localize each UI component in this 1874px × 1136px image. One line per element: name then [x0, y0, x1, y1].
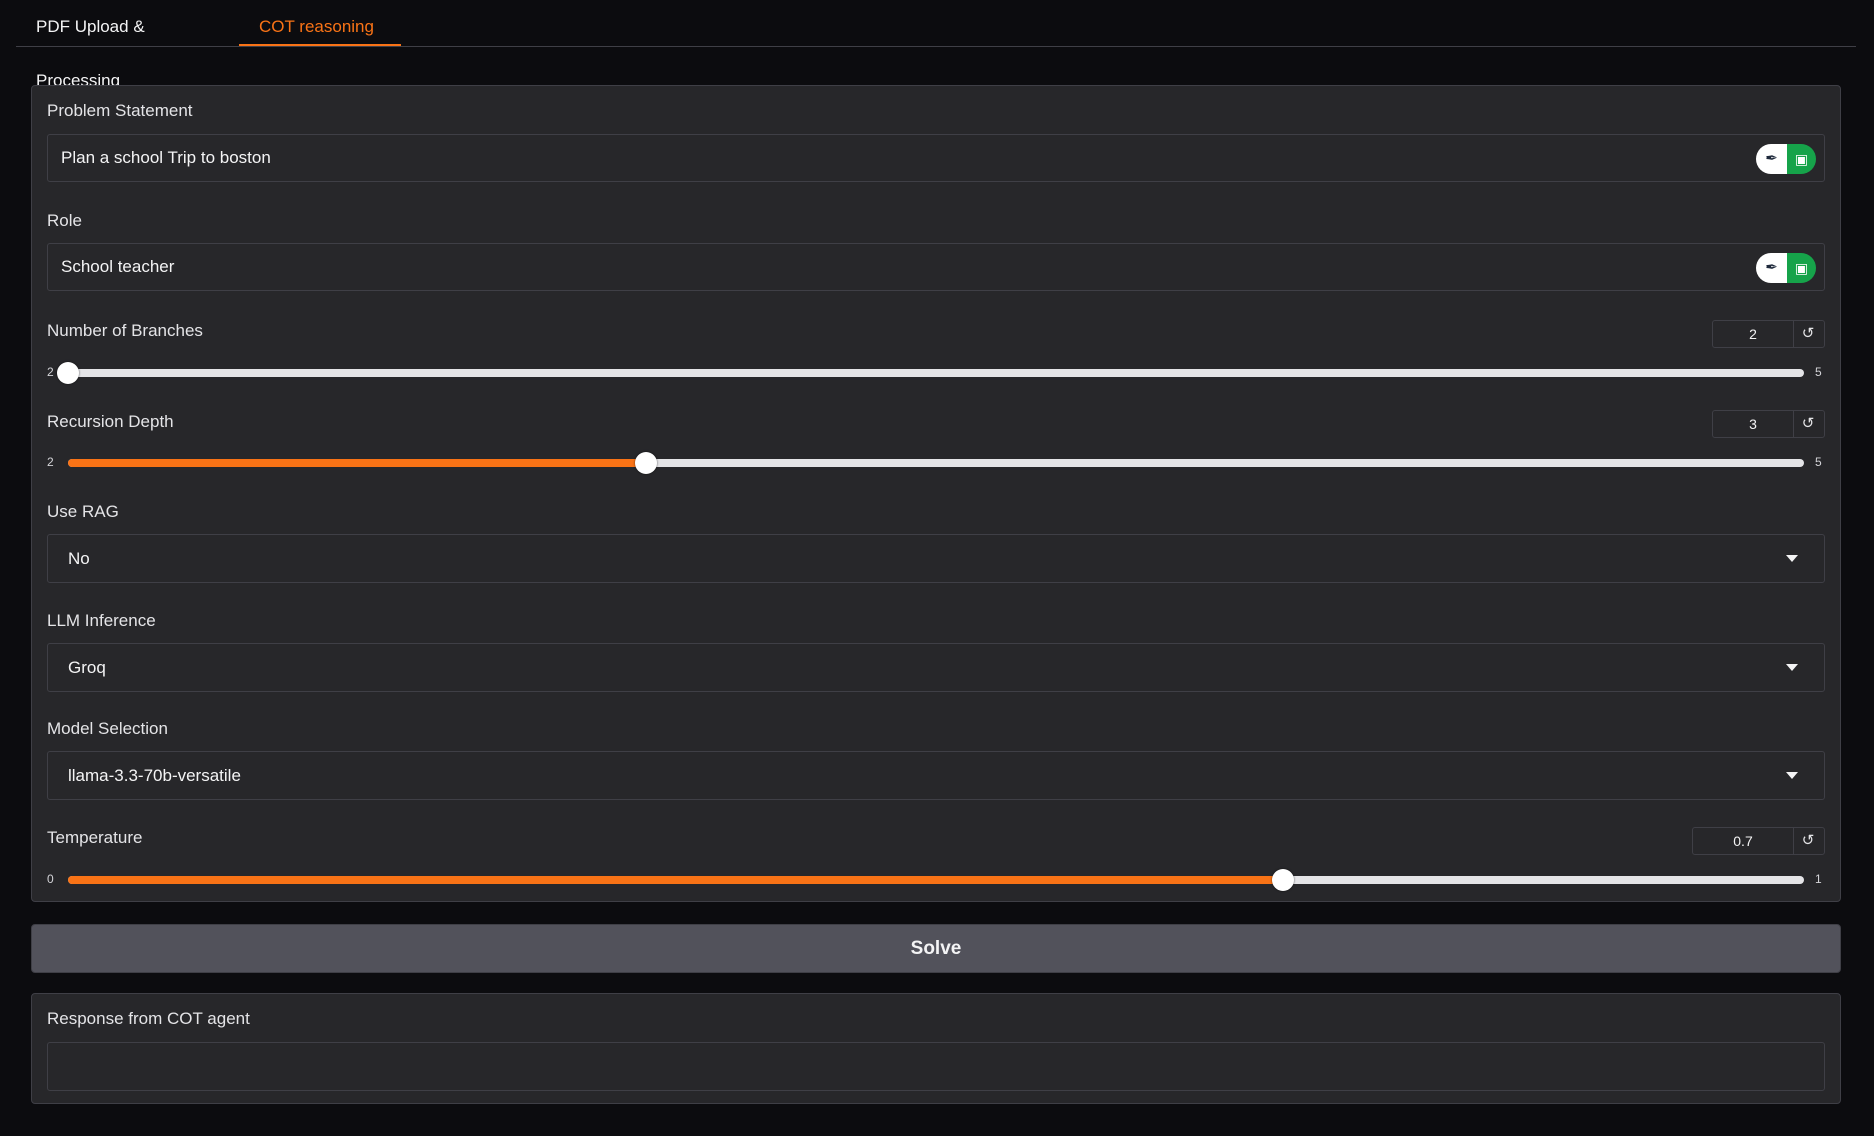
chevron-down-icon — [1786, 555, 1798, 562]
temperature-number-input[interactable]: 0.7 — [1693, 828, 1794, 854]
problem-statement-label: Problem Statement — [47, 101, 193, 120]
llm-inference-label: LLM Inference — [47, 611, 156, 630]
role-value: School teacher — [61, 257, 175, 276]
temperature-slider-fill — [68, 876, 1284, 884]
branches-min: 2 — [47, 365, 54, 379]
use-rag-label: Use RAG — [47, 502, 119, 521]
role-input[interactable]: School teacher ✒ ▣ — [47, 243, 1825, 291]
role-label: Role — [47, 211, 82, 230]
feather-icon[interactable]: ✒ — [1756, 144, 1787, 174]
llm-inference-dropdown[interactable]: Groq — [47, 643, 1825, 692]
depth-slider-fill — [68, 459, 647, 467]
robot-icon[interactable]: ▣ — [1787, 144, 1816, 174]
llm-inference-value: Groq — [68, 658, 106, 677]
model-selection-value: llama-3.3-70b-versatile — [68, 766, 241, 785]
chevron-down-icon — [1786, 664, 1798, 671]
depth-max: 5 — [1815, 455, 1822, 469]
response-output[interactable] — [47, 1042, 1825, 1091]
branches-label: Number of Branches — [47, 321, 203, 340]
response-panel: Response from COT agent — [31, 993, 1841, 1104]
reset-icon[interactable]: ↺ — [1792, 828, 1824, 854]
depth-number-input[interactable]: 3 — [1713, 411, 1794, 437]
tab-pdf-upload[interactable]: PDF Upload & Processing — [16, 0, 238, 90]
temperature-label: Temperature — [47, 828, 143, 847]
depth-slider[interactable] — [68, 452, 1804, 474]
model-selection-dropdown[interactable]: llama-3.3-70b-versatile — [47, 751, 1825, 800]
temperature-slider[interactable] — [68, 869, 1804, 891]
robot-icon[interactable]: ▣ — [1787, 253, 1816, 283]
input-tools: ✒ ▣ — [1756, 144, 1816, 174]
depth-slider-thumb[interactable] — [635, 452, 658, 474]
form-panel: Problem Statement Plan a school Trip to … — [31, 85, 1841, 902]
reset-icon[interactable]: ↺ — [1792, 321, 1824, 347]
response-label: Response from COT agent — [47, 1009, 250, 1028]
depth-number-box: 3 ↺ — [1712, 410, 1825, 438]
input-tools: ✒ ▣ — [1756, 253, 1816, 283]
use-rag-value: No — [68, 549, 90, 568]
model-selection-label: Model Selection — [47, 719, 168, 738]
problem-statement-input[interactable]: Plan a school Trip to boston ✒ ▣ — [47, 134, 1825, 182]
solve-button[interactable]: Solve — [31, 924, 1841, 973]
depth-min: 2 — [47, 455, 54, 469]
feather-icon[interactable]: ✒ — [1756, 253, 1787, 283]
problem-statement-value: Plan a school Trip to boston — [61, 148, 271, 167]
branches-max: 5 — [1815, 365, 1822, 379]
tab-bar: PDF Upload & Processing COT reasoning — [16, 0, 1856, 90]
tab-cot-reasoning[interactable]: COT reasoning — [239, 0, 401, 46]
branches-slider-thumb[interactable] — [57, 362, 79, 384]
branches-number-input[interactable]: 2 — [1713, 321, 1794, 347]
reset-icon[interactable]: ↺ — [1792, 411, 1824, 437]
chevron-down-icon — [1786, 772, 1798, 779]
temperature-min: 0 — [47, 872, 54, 886]
depth-label: Recursion Depth — [47, 412, 174, 431]
temperature-number-box: 0.7 ↺ — [1692, 827, 1825, 855]
temperature-slider-thumb[interactable] — [1272, 869, 1295, 891]
branches-number-box: 2 ↺ — [1712, 320, 1825, 348]
temperature-max: 1 — [1815, 872, 1822, 886]
use-rag-dropdown[interactable]: No — [47, 534, 1825, 583]
branches-slider[interactable] — [57, 362, 1804, 384]
